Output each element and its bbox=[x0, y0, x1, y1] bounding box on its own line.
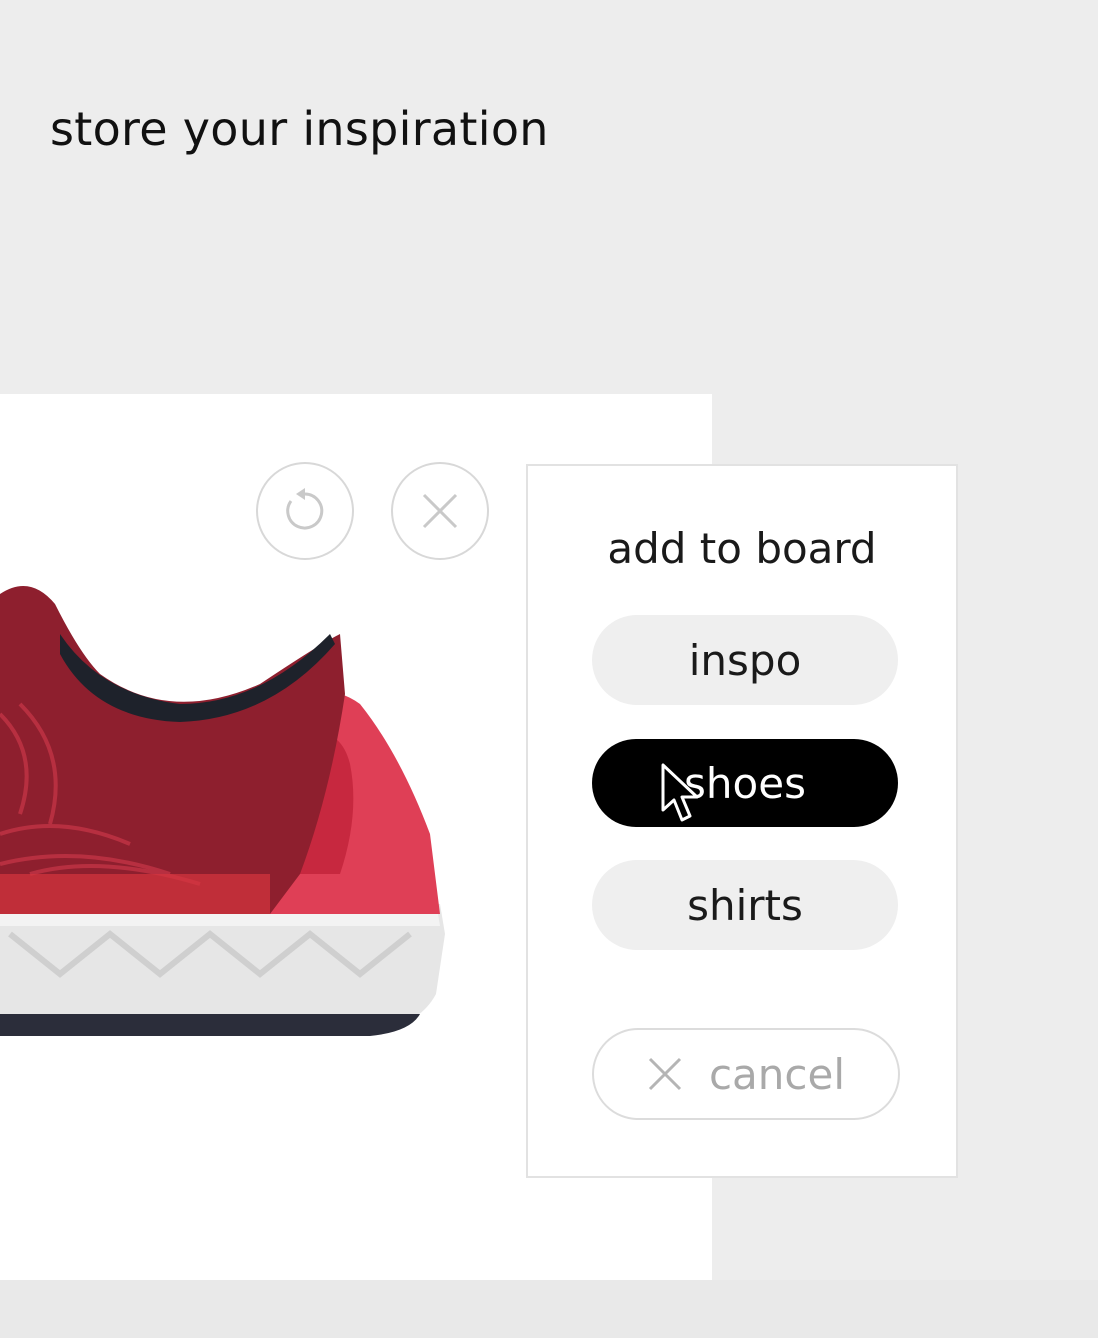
board-option-label: shoes bbox=[684, 758, 806, 808]
page-headline: store your inspiration bbox=[50, 102, 549, 156]
cancel-button[interactable]: cancel bbox=[592, 1028, 900, 1120]
board-option-shoes[interactable]: shoes bbox=[592, 739, 898, 827]
refresh-button[interactable] bbox=[256, 462, 354, 560]
bottom-strip bbox=[0, 1280, 1098, 1338]
board-option-inspo[interactable]: inspo bbox=[592, 615, 898, 705]
close-icon bbox=[648, 1057, 682, 1091]
close-button[interactable] bbox=[391, 462, 489, 560]
cancel-label: cancel bbox=[708, 1049, 846, 1099]
panel-title: add to board bbox=[607, 524, 877, 573]
board-option-label: shirts bbox=[687, 880, 803, 930]
close-icon bbox=[422, 493, 458, 529]
add-to-board-panel: add to board inspo shoes shirts cancel bbox=[526, 464, 958, 1178]
shoe-image bbox=[0, 586, 445, 1036]
board-option-shirts[interactable]: shirts bbox=[592, 860, 898, 950]
refresh-icon bbox=[286, 488, 324, 530]
board-option-label: inspo bbox=[688, 635, 802, 685]
